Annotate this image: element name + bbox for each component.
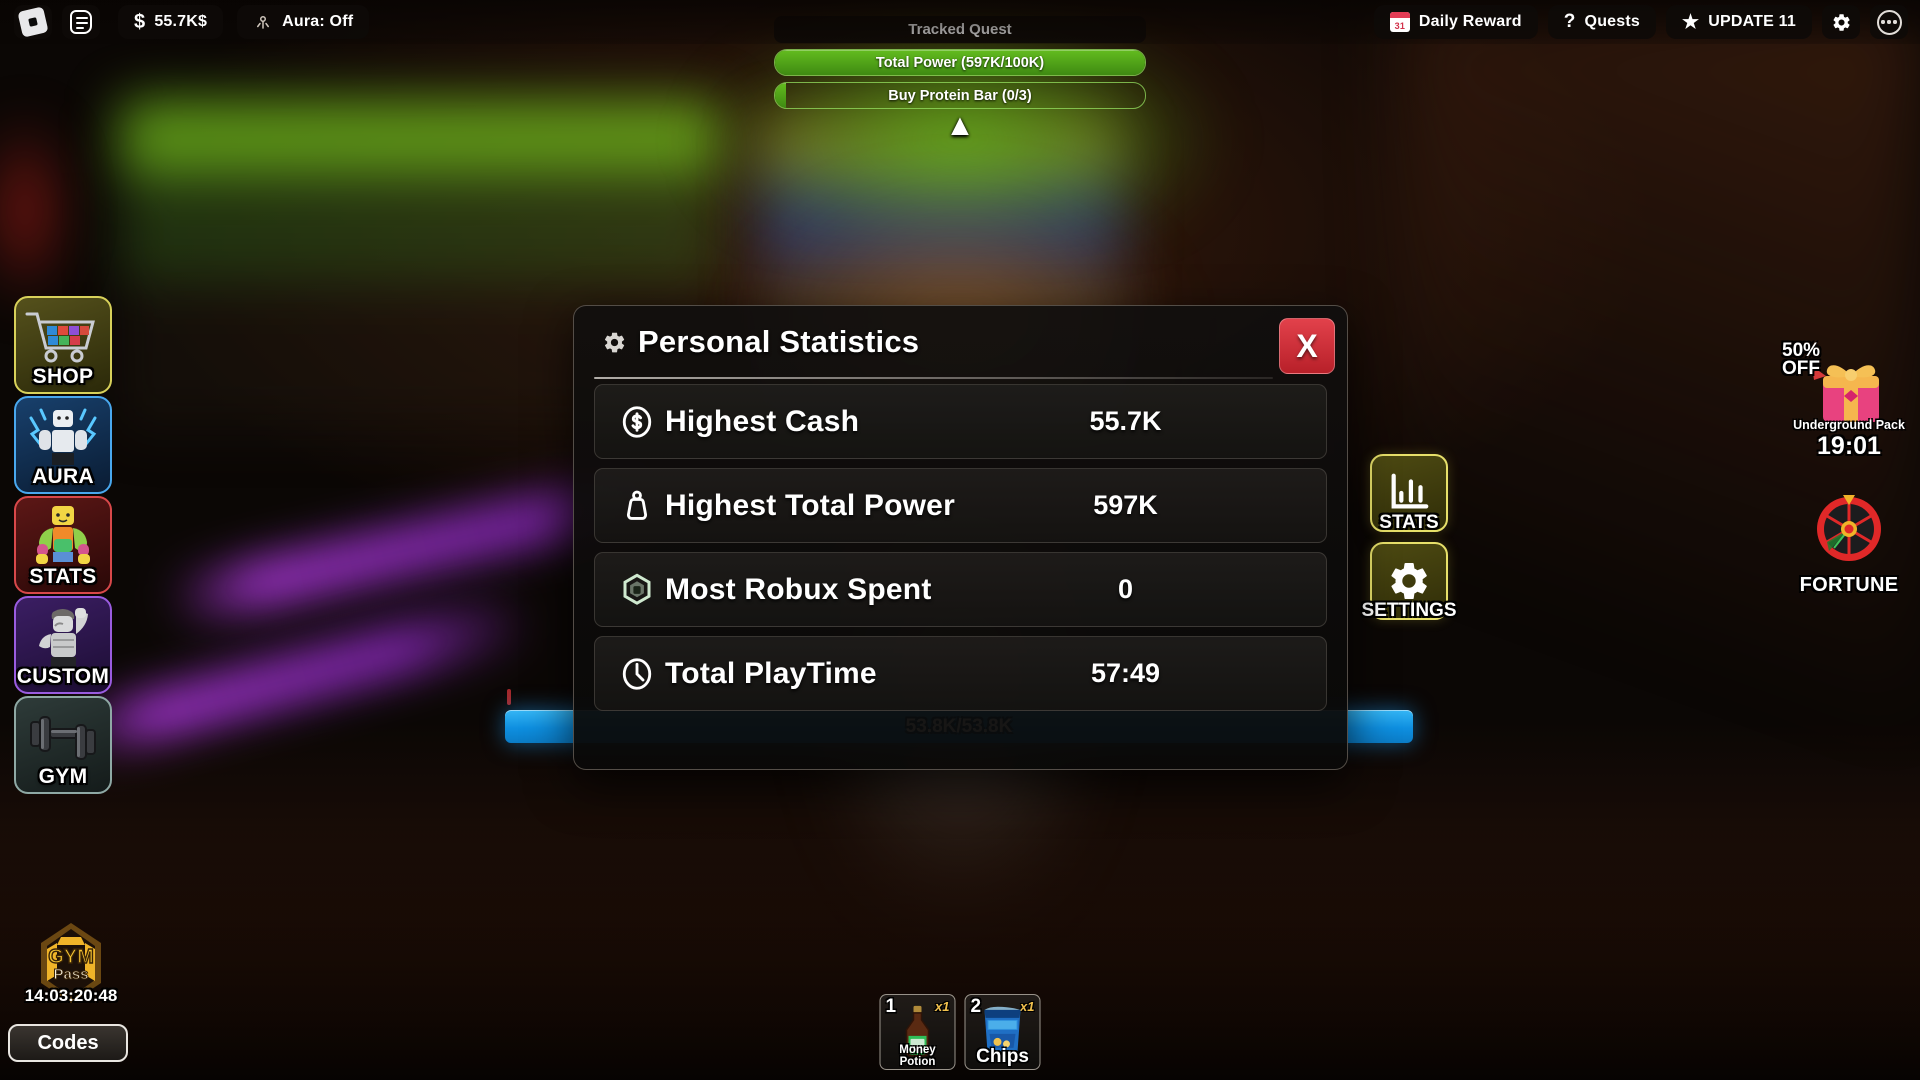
calendar-icon: 31 [1389, 12, 1410, 32]
fortune-label: FORTUNE [1799, 574, 1899, 596]
clock-icon [617, 656, 657, 692]
promo-timer: 19:01 [1817, 432, 1881, 460]
stat-label: Highest Cash [665, 404, 860, 438]
quest-objective-label: Buy Protein Bar (0/3) [888, 87, 1032, 104]
stats-button[interactable]: STATS [1370, 454, 1448, 533]
more-options-button[interactable] [1870, 5, 1908, 39]
quest-objective[interactable]: Total Power (597K/100K) [774, 49, 1146, 76]
svg-text:Pass: Pass [53, 966, 88, 983]
quest-objective[interactable]: Buy Protein Bar (0/3) [774, 82, 1146, 109]
sidebar-item-aura[interactable]: AURA [14, 396, 112, 494]
left-sidebar: SHOP AURA STATS CUSTOM GYM [14, 296, 112, 796]
codes-button[interactable]: Codes [8, 1024, 128, 1062]
background-red-light [0, 110, 70, 310]
chat-icon [70, 10, 92, 34]
discount-badge: 50% OFF [1782, 341, 1820, 380]
panel-title-group: Personal Statistics [602, 324, 919, 360]
settings-button-label: SETTINGS [1361, 600, 1457, 621]
chat-button[interactable] [62, 5, 100, 39]
header-divider [594, 377, 1273, 379]
sidebar-item-gym[interactable]: GYM [14, 696, 112, 794]
pack-name: Underground Pack [1793, 418, 1905, 432]
hotbar-slot[interactable]: 2 x1 Chips [964, 994, 1041, 1070]
sidebar-item-label: STATS [29, 565, 97, 588]
personal-statistics-panel: Personal Statistics X Highest Cash 55.7K [573, 305, 1348, 770]
fortune-wheel-button[interactable]: FORTUNE [1790, 475, 1908, 597]
sidebar-item-shop[interactable]: SHOP [14, 296, 112, 394]
table-row: Most Robux Spent 0 [594, 552, 1327, 627]
close-button[interactable]: X [1279, 318, 1335, 374]
sidebar-item-custom[interactable]: CUSTOM [14, 596, 112, 694]
sidebar-item-label: CUSTOM [16, 665, 110, 688]
settings-button[interactable] [1822, 5, 1860, 39]
top-bar: $ 55.7K$ Aura: Off 31 Daily Reward ? Que… [0, 0, 1920, 44]
roblox-logo-icon [17, 6, 49, 38]
aura-icon [253, 12, 273, 32]
aura-toggle[interactable]: Aura: Off [237, 5, 370, 39]
power-weight-icon [617, 488, 657, 524]
hotbar-slot-name: Money Potion [899, 1044, 936, 1068]
statistics-list: Highest Cash 55.7K Highest Total Power 5… [574, 380, 1347, 711]
page-title: Personal Statistics [638, 324, 920, 359]
fortune-wheel-icon [1817, 495, 1881, 561]
cash-coin-icon [617, 404, 657, 440]
discount-off-label: OFF [1782, 358, 1820, 380]
sidebar-item-stats[interactable]: STATS [14, 496, 112, 594]
settings-button-side[interactable]: SETTINGS [1361, 542, 1457, 621]
roblox-home-button[interactable] [14, 5, 52, 39]
right-button-stack: STATS SETTINGS [1361, 454, 1457, 630]
table-row: Highest Total Power 597K [594, 468, 1327, 543]
star-icon: ★ [1682, 11, 1700, 33]
daily-reward-label: Daily Reward [1418, 13, 1522, 30]
daily-reward-button[interactable]: 31 Daily Reward [1373, 5, 1538, 39]
sidebar-item-label: SHOP [32, 365, 94, 388]
robux-icon [617, 572, 657, 608]
hotbar-slot[interactable]: 1 x1 Money Potion [879, 994, 956, 1070]
quest-objective-label: Total Power (597K/100K) [875, 54, 1045, 71]
svg-text:GYM: GYM [48, 946, 94, 968]
stat-label: Most Robux Spent [665, 572, 932, 606]
cash-amount: 55.7K$ [154, 13, 208, 30]
quests-label: Quests [1584, 13, 1640, 30]
update-button[interactable]: ★ UPDATE 11 [1666, 5, 1812, 39]
hotbar: 1 x1 Money Potion 2 x1 Chips [879, 994, 1041, 1070]
panel-header: Personal Statistics X [574, 306, 1347, 380]
hotbar-slot-name: Chips [976, 1046, 1029, 1067]
aura-label: Aura: Off [282, 13, 354, 30]
gear-icon [604, 332, 625, 352]
gear-icon [1391, 562, 1427, 600]
dollar-icon: $ [134, 11, 146, 33]
gym-pass-widget[interactable]: GYM Pass 14:03:20:48 [16, 915, 126, 1006]
ellipsis-icon [1876, 9, 1902, 35]
top-bar-right-group: 31 Daily Reward ? Quests ★ UPDATE 11 [1373, 5, 1920, 39]
xp-bar-tick [507, 689, 511, 705]
gym-pass-timer: 14:03:20:48 [24, 986, 118, 1005]
question-mark-icon: ? [1563, 11, 1576, 32]
update-label: UPDATE 11 [1708, 13, 1796, 30]
sidebar-item-label: AURA [32, 465, 94, 488]
table-row: Highest Cash 55.7K [594, 384, 1327, 459]
cash-display[interactable]: $ 55.7K$ [118, 5, 224, 39]
stat-label: Highest Total Power [665, 488, 955, 522]
bar-chart-icon [1391, 473, 1429, 509]
chevron-up-icon: ▲ [945, 109, 975, 142]
quest-progress-fill [775, 83, 787, 108]
gear-icon [1832, 13, 1850, 31]
stat-label: Total PlayTime [665, 656, 877, 690]
quests-button[interactable]: ? Quests [1547, 5, 1656, 39]
sidebar-item-label: GYM [38, 765, 88, 788]
stats-button-label: STATS [1379, 512, 1439, 533]
promo-panel: 50% OFF Underground Pack 19:01 FORTUNE [1782, 340, 1908, 597]
table-row: Total PlayTime 57:49 [594, 636, 1327, 711]
underground-pack-offer[interactable]: 50% OFF Underground Pack [1782, 340, 1908, 436]
